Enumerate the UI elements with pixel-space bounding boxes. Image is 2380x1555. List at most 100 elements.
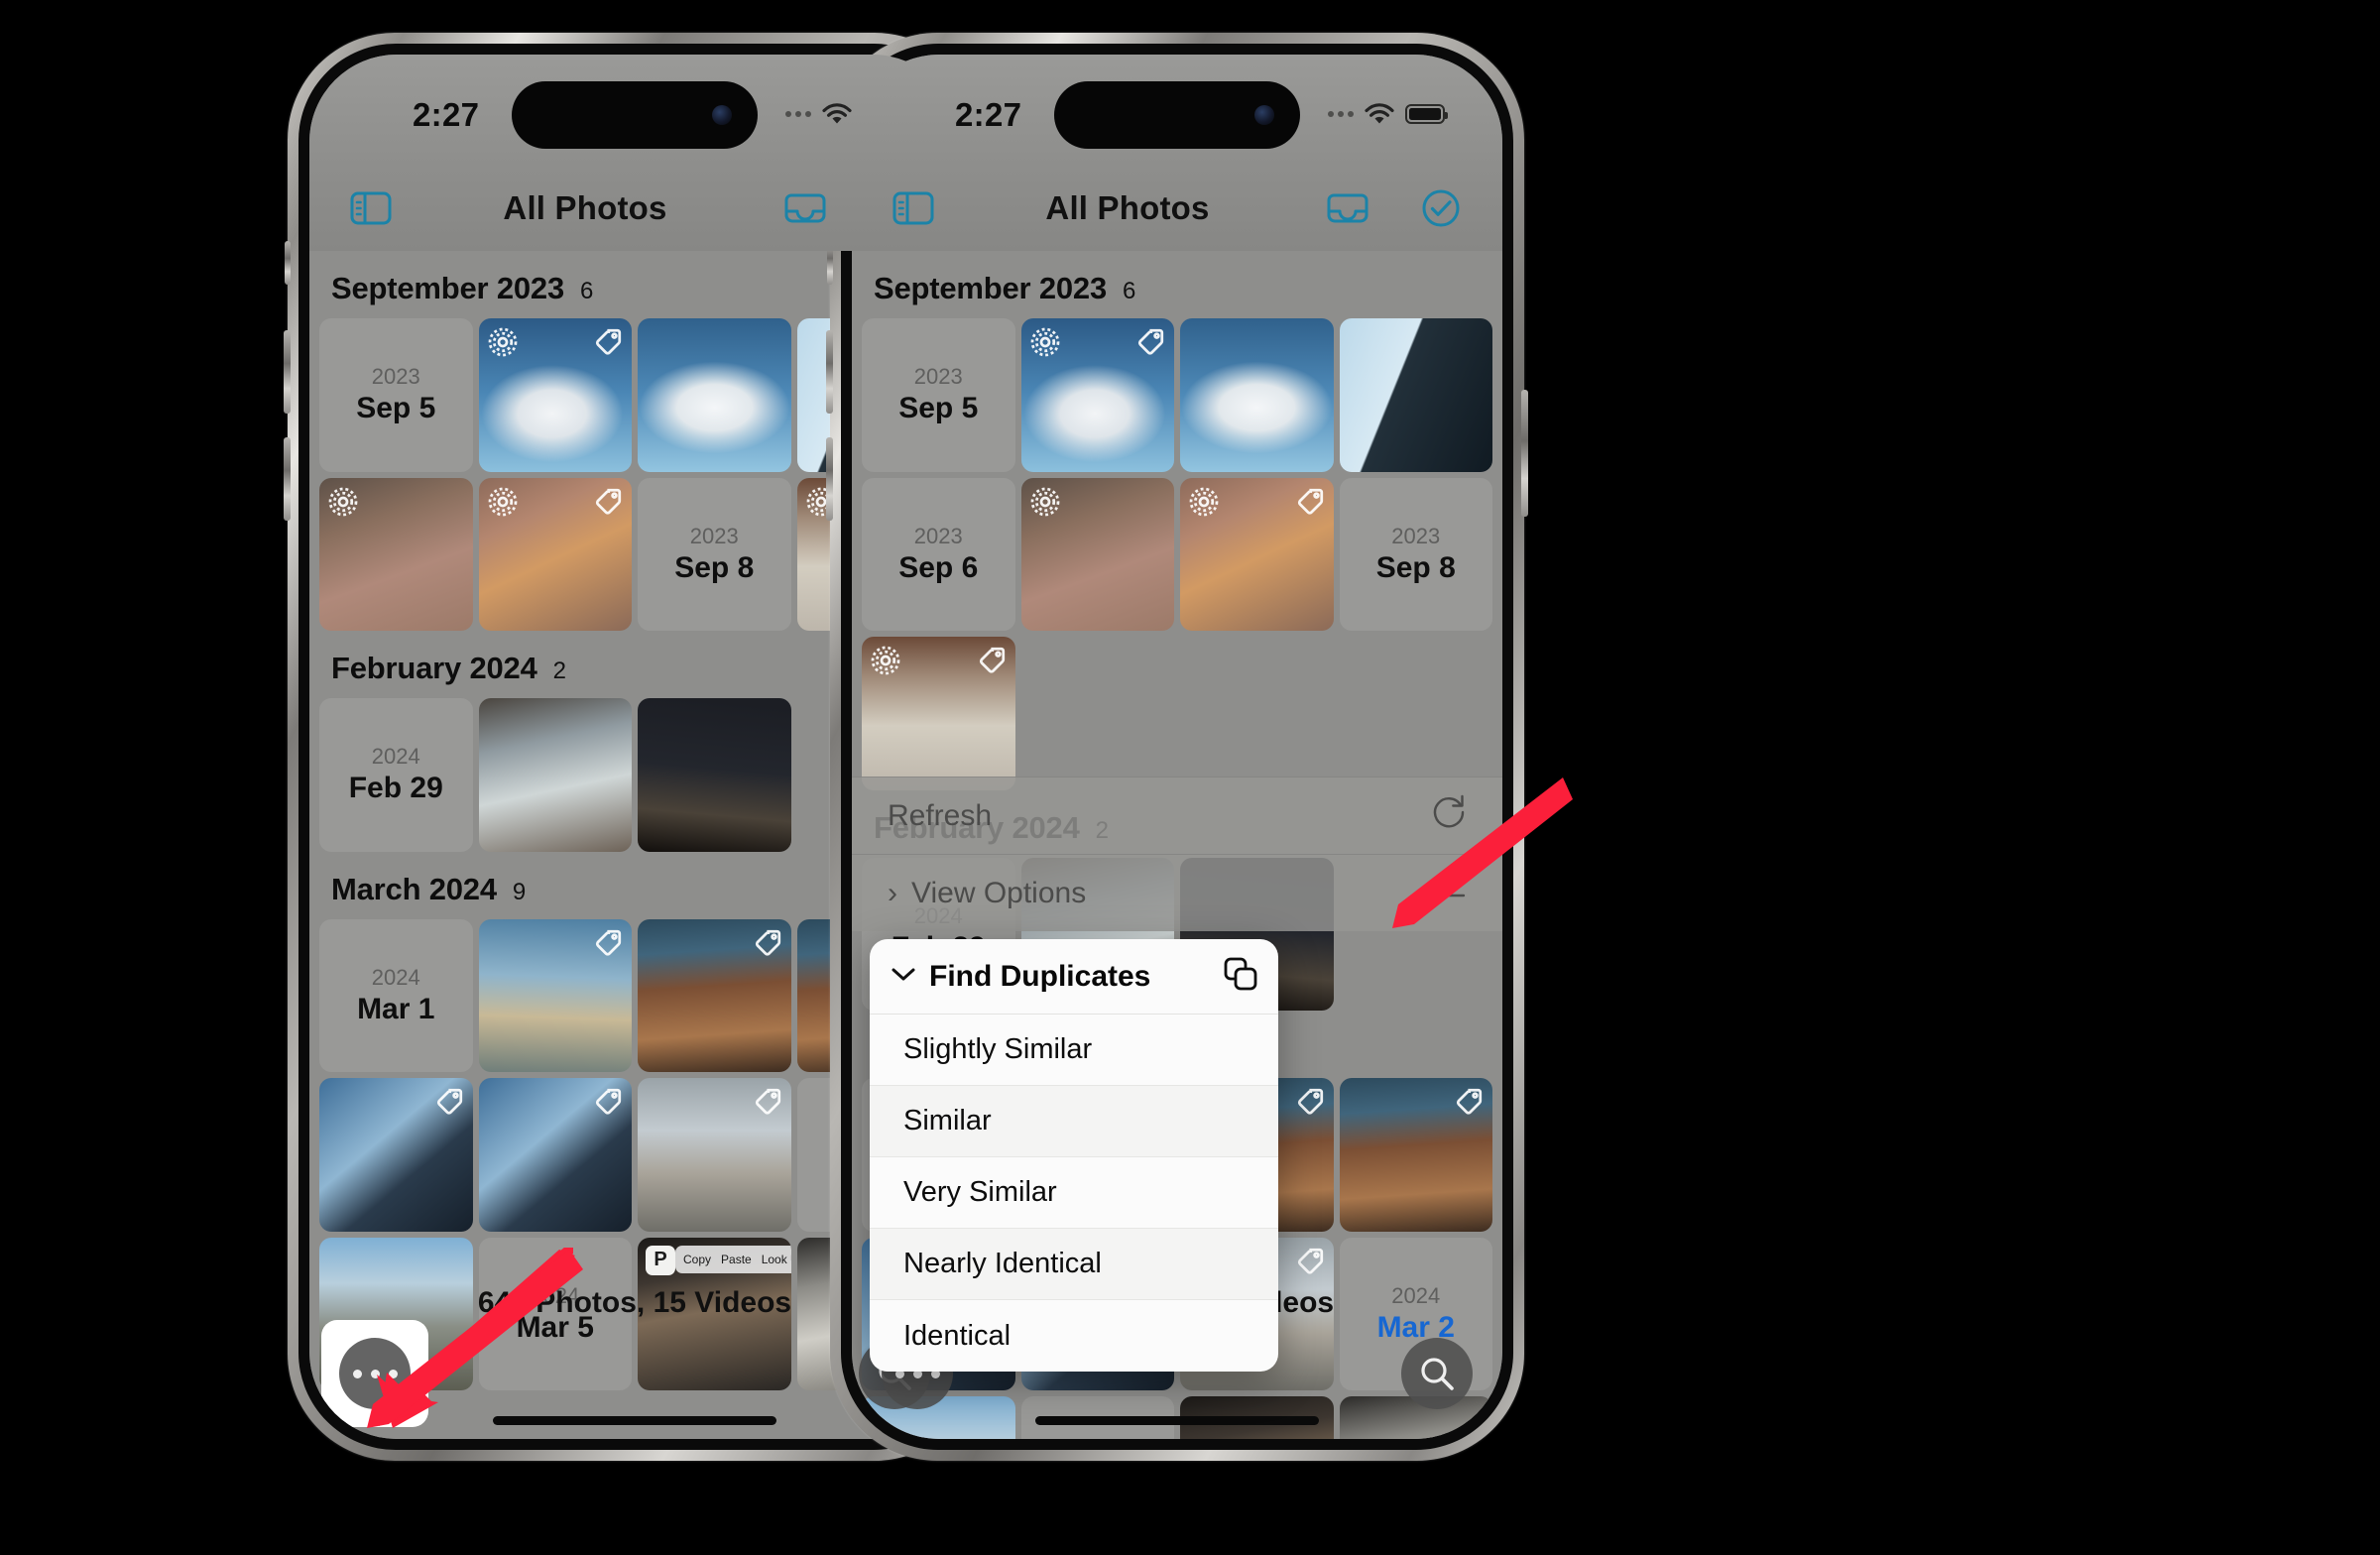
- navigation-bar: All Photos: [852, 166, 1502, 251]
- tag-icon: [753, 1087, 782, 1117]
- photo-image: [1180, 318, 1334, 472]
- sidebar-toggle-icon[interactable]: [345, 182, 397, 234]
- check-circle-icon[interactable]: [1415, 182, 1467, 234]
- photo-thumbnail[interactable]: [478, 1078, 632, 1232]
- date-day: Sep 5: [898, 392, 979, 425]
- date-cell[interactable]: 2023 Sep 6: [862, 477, 1015, 631]
- live-photo-icon: [488, 487, 518, 517]
- duplicate-option-nearly-identical[interactable]: Nearly Identical: [870, 1229, 1278, 1300]
- photo-image: [638, 698, 791, 852]
- photo-thumbnail[interactable]: [478, 698, 632, 852]
- date-cell[interactable]: 2023 Sep 5: [862, 318, 1015, 472]
- page-title: All Photos: [503, 189, 667, 226]
- find-duplicates-header[interactable]: Find Duplicates: [870, 939, 1278, 1015]
- context-menu-lookup: Look Up: [761, 1252, 791, 1266]
- date-day: Mar 1: [357, 992, 435, 1025]
- photo-thumbnail[interactable]: [862, 637, 1015, 790]
- date-cell[interactable]: 2023 Sep 8: [638, 477, 791, 631]
- photo-thumbnail[interactable]: [1180, 477, 1334, 631]
- wifi-icon: [822, 103, 852, 125]
- photo-image: [478, 698, 632, 852]
- photo-grid-sep-2023: 2023 Sep 5 2023 Sep 6 2023 Sep 8: [852, 318, 1502, 790]
- date-day: Sep 6: [898, 550, 979, 584]
- duplicate-option-slightly-similar[interactable]: Slightly Similar: [870, 1015, 1278, 1086]
- section-item-count: 6: [580, 278, 594, 304]
- tag-icon: [593, 928, 623, 958]
- live-photo-icon: [488, 327, 518, 357]
- date-year: 2024: [371, 964, 420, 990]
- photo-thumbnail[interactable]: [1020, 318, 1174, 472]
- context-menu-copy: Copy: [683, 1252, 712, 1266]
- duplicate-option-identical[interactable]: Identical: [870, 1300, 1278, 1372]
- section-item-count: 2: [552, 658, 566, 684]
- view-options-text: View Options: [911, 876, 1087, 909]
- tag-icon: [593, 1087, 623, 1117]
- page-title: All Photos: [1045, 189, 1210, 226]
- screenshot-p-badge: P: [646, 1245, 675, 1275]
- live-photo-icon: [1030, 487, 1060, 517]
- tag-icon: [1135, 327, 1165, 357]
- dynamic-island: [512, 81, 758, 149]
- live-photo-icon: [1030, 327, 1060, 357]
- tag-icon: [977, 646, 1007, 675]
- date-cell[interactable]: 2024 Mar 1: [319, 918, 473, 1072]
- photo-thumbnail[interactable]: [319, 1078, 473, 1232]
- power-button[interactable]: [1521, 390, 1528, 517]
- tag-icon: [593, 487, 623, 517]
- tag-icon: [1295, 1247, 1325, 1276]
- date-day: Sep 5: [356, 392, 436, 425]
- date-year: 2023: [913, 523, 963, 548]
- photo-thumbnail[interactable]: [638, 918, 791, 1072]
- date-day: Feb 29: [348, 772, 443, 805]
- status-indicators: [1328, 96, 1448, 125]
- date-day: Sep 8: [674, 550, 755, 584]
- search-icon[interactable]: [1401, 1338, 1473, 1409]
- date-cell[interactable]: 2023 Sep 5: [319, 318, 473, 472]
- duplicate-option-similar[interactable]: Similar: [870, 1086, 1278, 1157]
- chevron-down-icon: [890, 964, 917, 989]
- status-time: 2:27: [413, 96, 480, 133]
- tray-icon[interactable]: [779, 182, 831, 234]
- nav-actions: [1322, 182, 1467, 234]
- live-photo-icon: [328, 487, 358, 517]
- photo-thumbnail[interactable]: [638, 1078, 791, 1232]
- volume-up-button[interactable]: [826, 330, 833, 414]
- section-item-count: 6: [1123, 278, 1136, 304]
- silent-switch[interactable]: [285, 241, 291, 285]
- phone-mockup-right: 2:27 All Photos September 2023 6 2023 Se…: [826, 33, 1528, 1461]
- photo-thumbnail[interactable]: [478, 477, 632, 631]
- photo-thumbnail[interactable]: [478, 318, 632, 472]
- tag-icon: [593, 327, 623, 357]
- tray-icon[interactable]: [1322, 182, 1373, 234]
- photo-thumbnail[interactable]: [1020, 477, 1174, 631]
- tag-icon: [1295, 487, 1325, 517]
- section-item-count: 9: [512, 878, 527, 905]
- copy-duplicate-icon[interactable]: [1223, 956, 1258, 997]
- phone-bezel: 2:27 All Photos September 2023 6 2023 Se…: [841, 44, 1513, 1450]
- photo-thumbnail[interactable]: [319, 477, 473, 631]
- photo-thumbnail[interactable]: [1339, 318, 1492, 472]
- context-menu-paste: Paste: [721, 1252, 752, 1266]
- signal-dots-icon: [785, 111, 811, 117]
- home-indicator[interactable]: [1035, 1416, 1319, 1425]
- photo-thumbnail[interactable]: [478, 918, 632, 1072]
- volume-up-button[interactable]: [284, 330, 291, 414]
- annotation-arrow-more-button: [367, 1248, 583, 1428]
- photo-thumbnail[interactable]: [1339, 1078, 1492, 1232]
- screenshot-canvas: 2:27 All Photos September 2023 6 2023 Se…: [0, 0, 2380, 1555]
- status-time: 2:27: [955, 96, 1022, 133]
- chevron-right-icon: ›: [888, 876, 897, 909]
- photo-thumbnail[interactable]: [638, 698, 791, 852]
- tag-icon: [1295, 1087, 1325, 1117]
- duplicate-option-very-similar[interactable]: Very Similar: [870, 1157, 1278, 1229]
- date-cell[interactable]: 2023 Sep 8: [1339, 477, 1492, 631]
- date-cell[interactable]: 2024 Feb 29: [319, 698, 473, 852]
- sidebar-toggle-icon[interactable]: [888, 182, 939, 234]
- volume-down-button[interactable]: [284, 437, 291, 521]
- tag-icon: [753, 928, 782, 958]
- date-day: Sep 8: [1375, 550, 1456, 584]
- section-month-title: September 2023: [331, 271, 564, 305]
- photo-thumbnail[interactable]: [638, 318, 791, 472]
- volume-down-button[interactable]: [826, 437, 833, 521]
- photo-thumbnail[interactable]: [1180, 318, 1334, 472]
